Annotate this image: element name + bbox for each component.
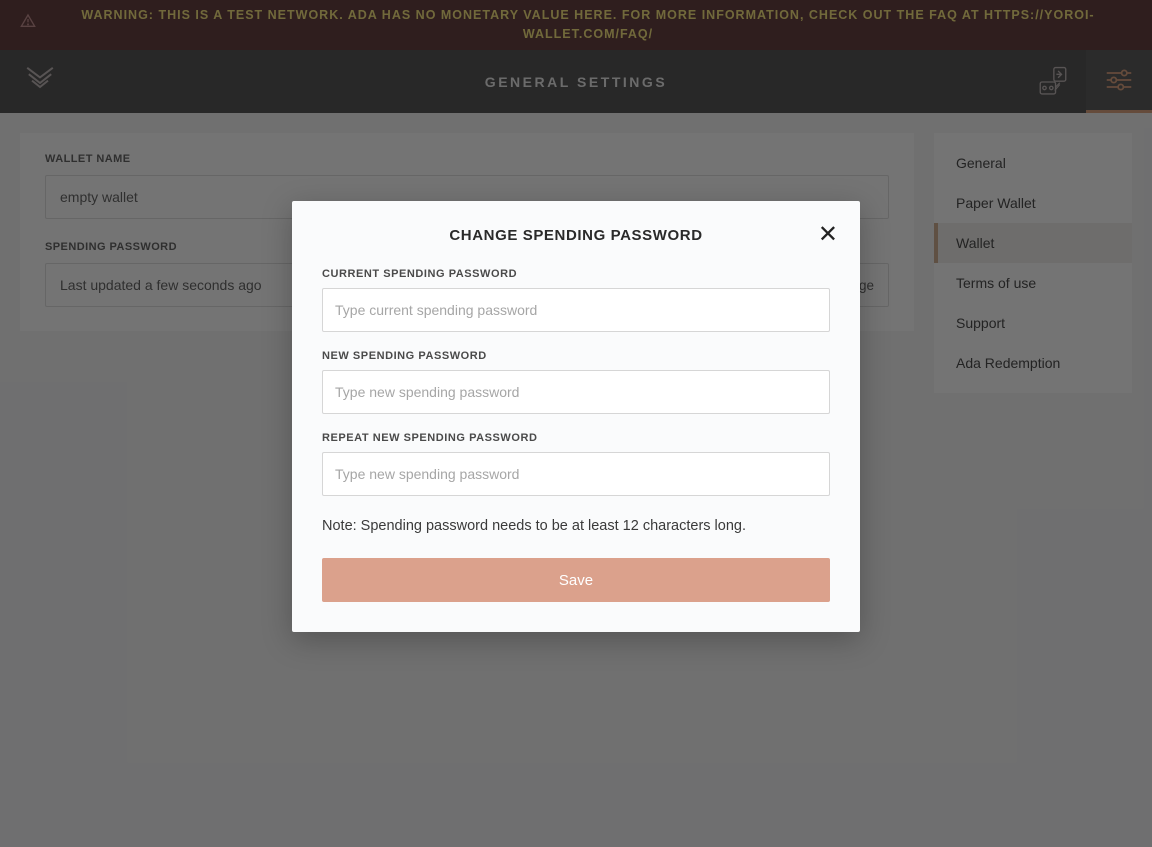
save-button[interactable]: Save: [322, 558, 830, 602]
new-password-field: NEW SPENDING PASSWORD: [322, 350, 830, 414]
change-spending-password-modal: CHANGE SPENDING PASSWORD ✕ CURRENT SPEND…: [292, 201, 860, 632]
repeat-password-input[interactable]: [322, 452, 830, 496]
close-icon[interactable]: ✕: [818, 223, 838, 247]
current-password-input[interactable]: [322, 288, 830, 332]
current-password-label: CURRENT SPENDING PASSWORD: [322, 268, 830, 280]
password-length-note: Note: Spending password needs to be at l…: [322, 516, 830, 536]
new-password-input[interactable]: [322, 370, 830, 414]
current-password-field: CURRENT SPENDING PASSWORD: [322, 268, 830, 332]
modal-title: CHANGE SPENDING PASSWORD: [322, 227, 830, 244]
new-password-label: NEW SPENDING PASSWORD: [322, 350, 830, 362]
repeat-password-label: REPEAT NEW SPENDING PASSWORD: [322, 432, 830, 444]
repeat-password-field: REPEAT NEW SPENDING PASSWORD: [322, 432, 830, 496]
